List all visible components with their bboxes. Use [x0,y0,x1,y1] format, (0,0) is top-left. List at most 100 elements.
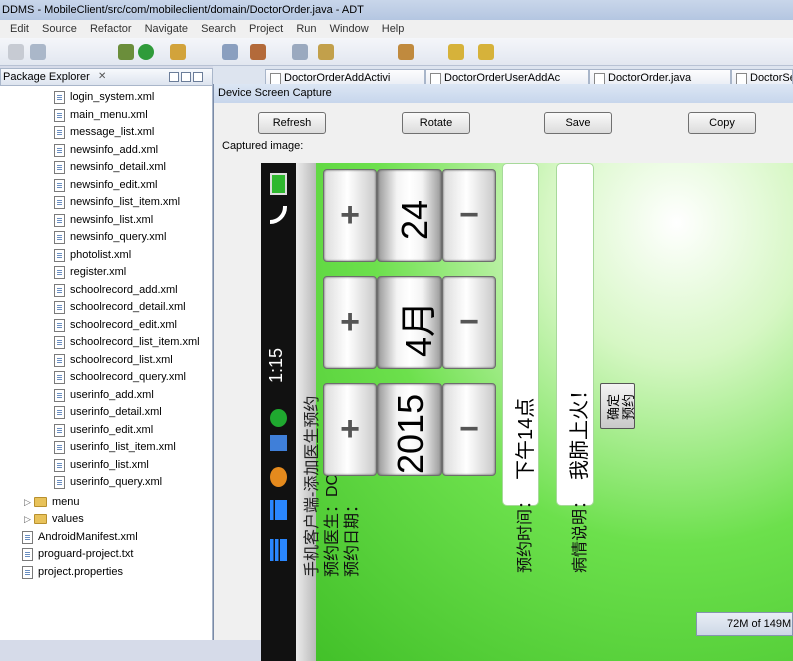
xml-file-icon [54,353,65,367]
tree-file[interactable]: newsinfo_detail.xml [54,159,166,176]
month-value: 4月 [377,276,442,369]
chevron-right-icon[interactable]: ▷ [24,494,34,511]
day-picker: + 24 − [323,169,497,262]
confirm-booking-button[interactable]: 确定 预约 [600,383,636,429]
menu-refactor[interactable]: Refactor [90,20,132,38]
rotate-button[interactable]: Rotate [402,112,470,134]
xml-file-icon [54,178,65,192]
tree-file[interactable]: newsinfo_list.xml [54,212,153,229]
search-icon[interactable] [250,44,266,60]
refresh-button[interactable]: Refresh [258,112,326,134]
debug-icon[interactable] [118,44,134,60]
package-explorer-tree: login_system.xml main_menu.xml message_l… [0,86,213,640]
tree-file[interactable]: userinfo_query.xml [54,474,162,491]
tree-file[interactable]: schoolrecord_query.xml [54,369,186,386]
day-value: 24 [377,169,442,262]
xml-file-icon [54,300,65,314]
mark-occurrences-icon[interactable] [318,44,334,60]
description-field[interactable]: 我肺上火！ [556,163,594,506]
tree-file[interactable]: userinfo_edit.xml [54,422,153,439]
year-plus-button[interactable]: + [323,383,377,476]
menu-source[interactable]: Source [42,20,77,38]
link-editor-icon[interactable] [181,72,191,82]
tree-file[interactable]: AndroidManifest.xml [22,529,138,546]
time-field[interactable]: 下午14点 [502,163,539,506]
tree-file[interactable]: schoolrecord_detail.xml [54,299,186,316]
xml-file-icon [54,388,65,402]
year-picker: + 2015 − [323,383,497,476]
xml-file-icon [54,370,65,384]
tree-file[interactable]: userinfo_list_item.xml [54,439,176,456]
menu-bar: Edit Source Refactor Navigate Search Pro… [0,20,793,38]
day-minus-button[interactable]: − [442,169,496,262]
save-icon[interactable] [30,44,46,60]
package-explorer-tab[interactable]: Package Explorer ✕ [0,68,213,86]
xml-file-icon [54,318,65,332]
collapse-all-icon[interactable] [169,72,179,82]
save-button[interactable]: Save [544,112,612,134]
cellular-signal-icon [270,539,287,561]
tree-file[interactable]: schoolrecord_list.xml [54,352,173,369]
day-plus-button[interactable]: + [323,169,377,262]
menu-search[interactable]: Search [201,20,236,38]
xml-file-icon [54,195,65,209]
xml-file-icon [54,230,65,244]
package-explorer-label: Package Explorer [3,71,90,83]
dialog-title: Device Screen Capture [214,84,793,103]
memory-indicator[interactable]: 72M of 149M [696,612,793,636]
xml-file-icon [54,143,65,157]
forward-icon[interactable] [478,44,494,60]
tree-file[interactable]: newsinfo_query.xml [54,229,166,246]
tree-file[interactable]: userinfo_add.xml [54,387,154,404]
signal-icon [270,500,287,520]
tree-folder[interactable]: ▷ menu [24,494,80,511]
tree-file[interactable]: schoolrecord_edit.xml [54,317,177,334]
back-icon[interactable] [448,44,464,60]
menu-navigate[interactable]: Navigate [145,20,188,38]
tree-file[interactable]: userinfo_list.xml [54,457,149,474]
pin-icon[interactable] [292,44,308,60]
run-icon[interactable] [138,44,154,60]
tree-file[interactable]: newsinfo_add.xml [54,142,158,159]
open-type-icon[interactable] [222,44,238,60]
editor-tab-bar: DoctorOrderAddActivi DoctorOrderUserAddA… [213,66,793,86]
tree-file[interactable]: register.xml [54,264,126,281]
copy-button[interactable]: Copy [688,112,756,134]
menu-edit[interactable]: Edit [10,20,29,38]
xml-file-icon [54,423,65,437]
menu-project[interactable]: Project [249,20,283,38]
folder-icon [34,514,47,525]
chevron-right-icon[interactable]: ▷ [24,511,34,528]
battery-icon [270,173,287,195]
tree-file[interactable]: main_menu.xml [54,107,148,124]
tree-file[interactable]: newsinfo_edit.xml [54,177,157,194]
time-label: 预约时间： [517,492,534,573]
tree-file[interactable]: photolist.xml [54,247,131,264]
close-icon[interactable]: ✕ [98,69,106,85]
tree-file[interactable]: login_system.xml [54,89,154,106]
month-picker: + 4月 − [323,276,497,369]
tree-file[interactable]: message_list.xml [54,124,154,141]
tree-file[interactable]: project.properties [22,564,123,581]
device-screen-capture-dialog: Device Screen Capture Refresh Rotate Sav… [213,84,793,661]
month-plus-button[interactable]: + [323,276,377,369]
tree-file[interactable]: schoolrecord_add.xml [54,282,178,299]
menu-help[interactable]: Help [382,20,405,38]
view-menu-icon[interactable] [193,72,203,82]
device-clock: 1:15 [266,347,286,383]
menu-run[interactable]: Run [296,20,316,38]
external-tools-icon[interactable] [170,44,186,60]
tree-file[interactable]: userinfo_detail.xml [54,404,162,421]
month-minus-button[interactable]: − [442,276,496,369]
tree-file[interactable]: newsinfo_list_item.xml [54,194,180,211]
new-file-icon[interactable] [8,44,24,60]
year-value: 2015 [377,383,442,476]
tree-file[interactable]: proguard-project.txt [22,546,133,563]
captured-image-label: Captured image: [222,140,304,152]
tree-folder[interactable]: ▷ values [24,511,84,528]
year-minus-button[interactable]: − [442,383,496,476]
annotation-icon[interactable] [398,44,414,60]
date-label: 预约日期： [344,496,361,577]
menu-window[interactable]: Window [330,20,369,38]
tree-file[interactable]: schoolrecord_list_item.xml [54,334,200,351]
